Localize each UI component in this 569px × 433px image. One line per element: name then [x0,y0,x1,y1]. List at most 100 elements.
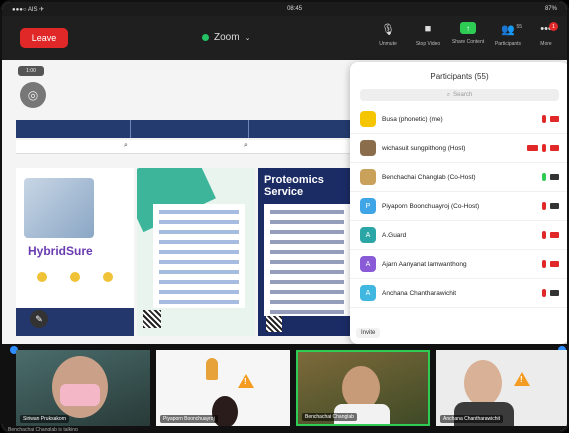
share-screen-icon: ↑ [460,22,476,34]
participant-name: Anchana Chantharawichit [382,289,457,297]
avatar: A [360,227,376,243]
participant-name: Busa (phonetic) (me) [382,115,443,123]
avatar [360,140,376,156]
meeting-timer: 1:00 [18,66,44,76]
video-tile[interactable]: Piyaporn Boonchuayroj [156,350,290,426]
share-content-label: Share Content [451,39,485,45]
mic-muted-icon [542,144,546,152]
avatar [360,111,376,127]
more-button[interactable]: ••• 1 More [528,22,564,56]
participants-label: Participants [494,41,522,47]
participants-count: 55 [516,24,522,30]
mic-muted-icon [542,260,546,268]
qr-code-icon [143,310,161,328]
video-on-icon [550,290,559,296]
share-content-button[interactable]: ↑ Share Content [450,22,486,56]
carrier-signal: ●●●○ AIS ✈ [12,6,45,13]
search-icon: ⌕ [244,142,248,149]
mic-muted-icon [542,202,546,210]
participants-panel: Participants (55) ⌕ Search Busa (phoneti… [350,62,567,344]
poster-body [264,204,350,316]
avatar [360,169,376,185]
mic-icon: 🎙 [381,23,395,36]
encryption-shield-icon [202,34,209,41]
video-on-icon [550,174,559,180]
chevron-down-icon: ⌄ [244,34,251,42]
participant-name: Benchachai Changlab (Co-Host) [382,173,476,181]
meeting-title[interactable]: Zoom ⌄ [202,32,250,43]
shared-doc-header [16,120,366,138]
participant-face [464,360,502,406]
participant-row[interactable]: P Piyaporn Boonchuayroj (Co-Host) [350,192,567,221]
warning-icon [514,372,530,386]
meeting-toolbar: Leave Zoom ⌄ 🎙 Unmute ■ Stop Video ↑ Sha… [2,16,567,60]
mic-muted-icon [542,289,546,297]
participants-search-input[interactable]: ⌕ Search [360,89,559,101]
video-off-icon [550,261,559,267]
participant-name: wichasuit sungpithong (Host) [382,144,466,152]
poster-title: HybridSure [28,244,93,258]
video-off-icon [550,116,559,122]
trophy-icon [206,358,218,380]
participant-name: Piyaporn Boonchuayroj (Co-Host) [382,202,480,210]
video-on-icon [550,203,559,209]
poster-feature-icons [26,272,124,290]
participant-status-icons [542,289,559,297]
invite-button[interactable]: Invite [356,328,381,338]
app-name: Zoom [214,32,240,43]
stop-video-label: Stop Video [415,41,441,47]
participant-status-icons [527,144,559,152]
notification-badge: 1 [549,22,558,31]
battery-level: 87% [544,6,557,12]
leave-button[interactable]: Leave [20,28,68,48]
poster-metabolomics [137,168,255,336]
video-tile[interactable]: Siriwan Pruksakorn [16,350,150,426]
poster-title: Proteomics Service [264,174,324,198]
video-tile[interactable]: Anchana Chantharawichit [436,350,567,426]
participant-row[interactable]: wichasuit sungpithong (Host) [350,134,567,163]
stop-video-button[interactable]: ■ Stop Video [410,22,446,56]
participant-row[interactable]: A A.Guard [350,221,567,250]
participants-list: Busa (phonetic) (me) wichasuit sungpithon… [350,105,567,308]
unmute-button[interactable]: 🎙 Unmute [370,22,406,56]
participant-row[interactable]: Benchachai Changlab (Co-Host) [350,163,567,192]
video-icon: ■ [424,23,432,35]
participant-status-icons [542,202,559,210]
participant-status-icons [542,260,559,268]
poster-body [153,204,245,308]
screen-share-icon [527,145,538,151]
ios-status-bar: ●●●○ AIS ✈ 08:45 87% [2,2,567,16]
video-tile-name: Benchachai Changlab [302,413,357,421]
video-tile-name: Siriwan Pruksakorn [20,415,70,423]
video-off-icon [550,145,559,151]
participant-status-icons [542,115,559,123]
active-speaker-caption: Benchachai Changlab is talking [8,427,78,433]
mic-on-icon [542,173,546,181]
video-gallery-strip: Siriwan Pruksakorn Piyaporn Boonchuayroj… [2,344,567,433]
active-speaker-tile[interactable]: Benchachai Changlab [296,350,430,426]
unmute-label: Unmute [379,41,397,47]
participant-name: Ajarn Aanyanat lamwanthong [382,260,467,268]
mic-muted-icon [542,115,546,123]
participant-row[interactable]: Busa (phonetic) (me) [350,105,567,134]
poster-photo [24,178,94,238]
participant-status-icons [542,231,559,239]
video-tile-name: Anchana Chantharawichit [440,415,503,423]
switch-camera-icon[interactable]: ◎ [20,82,46,108]
shared-doc-search-row: ⌕ ⌕ [16,140,366,154]
annotate-pencil-icon[interactable]: ✎ [30,310,48,328]
search-placeholder: Search [453,92,473,98]
avatar: A [360,256,376,272]
participant-row[interactable]: A Ajarn Aanyanat lamwanthong [350,250,567,279]
participants-button[interactable]: 👥 55 Participants [490,22,526,56]
video-tile-name: Piyaporn Boonchuayroj [160,415,218,423]
participants-icon: 👥 [501,23,515,36]
video-off-icon [550,232,559,238]
zoom-meeting-window: ●●●○ AIS ✈ 08:45 87% Leave Zoom ⌄ 🎙 Unmu… [0,0,569,433]
participant-row[interactable]: A Anchana Chantharawichit [350,279,567,308]
search-icon: ⌕ [446,91,451,98]
clock: 08:45 [287,6,303,12]
qr-code-icon [266,316,282,332]
more-label: More [540,41,552,47]
warning-icon [238,374,254,388]
